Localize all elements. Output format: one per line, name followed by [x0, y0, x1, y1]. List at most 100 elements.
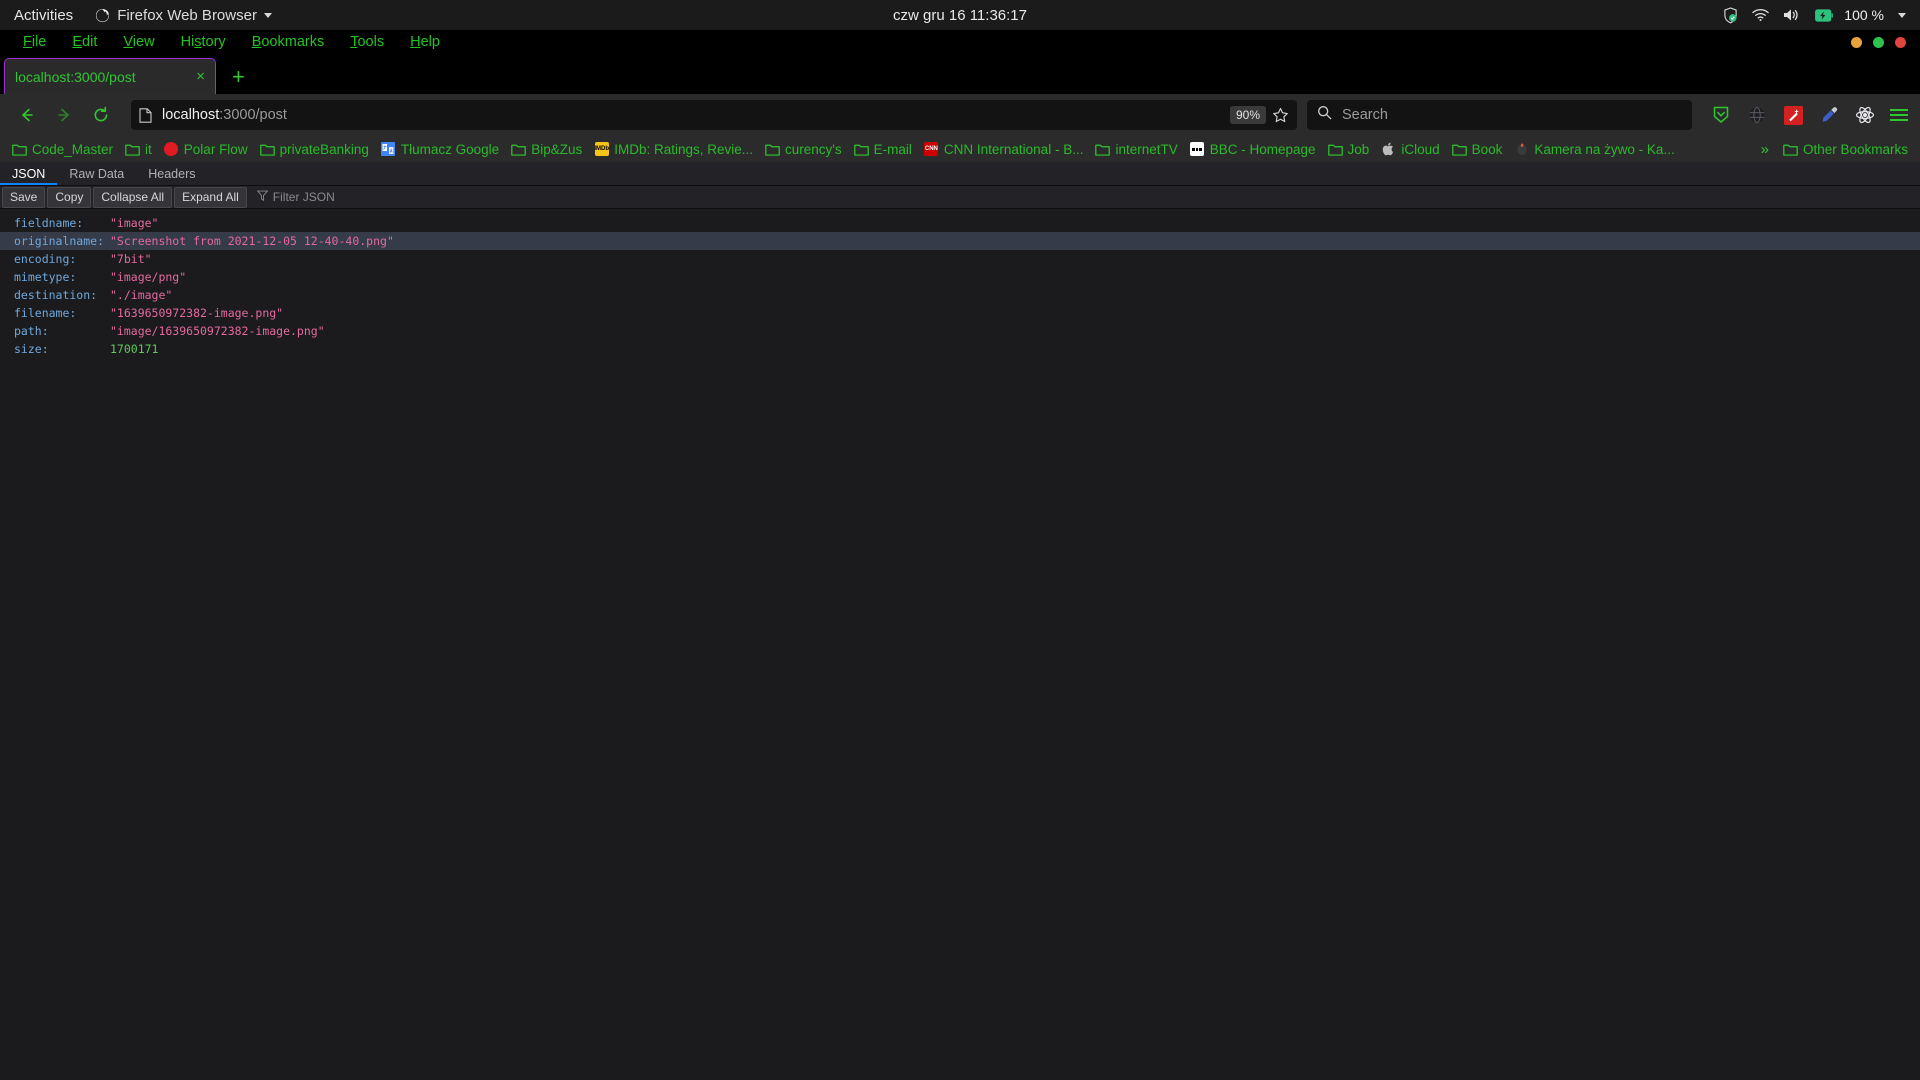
bookmark-label: Code_Master: [32, 141, 114, 157]
menu-item-tools[interactable]: Tools: [337, 30, 397, 54]
back-button[interactable]: [10, 99, 43, 132]
collapse-all-button[interactable]: Collapse All: [93, 186, 173, 208]
json-row[interactable]: path: "image/1639650972382-image.png": [0, 322, 1920, 340]
bookmark-book[interactable]: Book: [1446, 142, 1509, 157]
json-row[interactable]: fieldname: "image": [0, 214, 1920, 232]
tab-raw-data[interactable]: Raw Data: [57, 162, 136, 185]
menu-item-help[interactable]: Help: [397, 30, 453, 54]
magic-wand-extension-icon[interactable]: [1780, 102, 1806, 128]
bookmark-label: Job: [1347, 141, 1370, 157]
json-content: fieldname: "image" originalname: "Screen…: [0, 209, 1920, 1080]
browser-tab[interactable]: localhost:3000/post ×: [4, 58, 216, 94]
search-input-placeholder[interactable]: Search: [1342, 107, 1388, 123]
filter-icon: [256, 190, 269, 204]
bookmark-label: curency's: [785, 141, 842, 157]
minimize-button[interactable]: [1851, 36, 1862, 48]
json-key: fieldname:: [14, 216, 84, 230]
maximize-button[interactable]: [1873, 36, 1884, 48]
json-row[interactable]: destination: "./image": [0, 286, 1920, 304]
tab-headers[interactable]: Headers: [136, 162, 207, 185]
bookmarks-toolbar: Code_Master it Polar Flow privateBanking…: [0, 136, 1920, 162]
apple-icon: [1381, 142, 1396, 157]
gnome-top-bar: Activities Firefox Web Browser czw gru 1…: [0, 0, 1920, 30]
bookmark-label: internetTV: [1115, 141, 1178, 157]
new-tab-button[interactable]: +: [220, 66, 257, 94]
shield-icon[interactable]: [1723, 6, 1738, 24]
copy-button[interactable]: Copy: [47, 186, 92, 208]
json-value: "1639650972382-image.png": [110, 306, 284, 320]
bookmark-email[interactable]: E-mail: [848, 142, 918, 157]
bookmarks-overflow-chevron-icon[interactable]: »: [1753, 141, 1777, 158]
filter-json-placeholder: Filter JSON: [272, 190, 335, 204]
bookmark-code-master[interactable]: Code_Master: [6, 142, 119, 157]
reload-button[interactable]: [84, 99, 117, 132]
json-value: "image/png": [110, 270, 187, 284]
volume-icon[interactable]: [1783, 8, 1801, 22]
folder-icon: [12, 142, 27, 157]
navigation-toolbar: localhost:3000/post 90% Search: [0, 94, 1920, 136]
bookmarks-overflow-group: » Other Bookmarks: [1753, 141, 1914, 158]
folder-icon: [1451, 142, 1467, 157]
json-key: destination:: [14, 288, 98, 302]
menu-item-view[interactable]: View: [110, 30, 167, 54]
bookmark-bbc-homepage[interactable]: BBC - Homepage: [1184, 142, 1322, 157]
json-key: size:: [14, 342, 49, 356]
extension-globe-icon[interactable]: [1744, 102, 1770, 128]
folder-icon: [765, 142, 780, 157]
cnn-icon: CNN: [924, 142, 939, 157]
react-devtools-icon[interactable]: [1852, 102, 1878, 128]
bookmark-icloud[interactable]: iCloud: [1375, 142, 1445, 157]
bookmark-kamera-na-zywo[interactable]: Kamera na żywo - Ka...: [1508, 142, 1680, 157]
bookmark-label: Kamera na żywo - Ka...: [1534, 141, 1675, 157]
wifi-icon[interactable]: [1752, 8, 1770, 22]
clock[interactable]: czw gru 16 11:36:17: [0, 7, 1920, 24]
app-menu-hamburger-icon[interactable]: [1888, 105, 1910, 125]
json-value: "Screenshot from 2021-12-05 12-40-40.png…: [110, 234, 394, 248]
bookmark-polar-flow[interactable]: Polar Flow: [158, 142, 254, 157]
bookmark-internettv[interactable]: internetTV: [1089, 142, 1183, 157]
folder-icon: [1327, 142, 1343, 157]
json-row[interactable]: mimetype: "image/png": [0, 268, 1920, 286]
system-tray[interactable]: 100 %: [1723, 6, 1920, 24]
url-host: localhost: [162, 107, 220, 123]
bookmark-label: BBC - Homepage: [1209, 141, 1316, 157]
system-menu-chevron-icon[interactable]: [1898, 12, 1906, 18]
zoom-level-badge[interactable]: 90%: [1229, 106, 1266, 124]
bookmark-imdb[interactable]: IMDb IMDb: Ratings, Revie...: [588, 142, 759, 157]
address-bar[interactable]: localhost:3000/post 90%: [131, 100, 1297, 130]
json-row[interactable]: encoding: "7bit": [0, 250, 1920, 268]
menu-item-history[interactable]: History: [168, 30, 239, 54]
eyedropper-icon[interactable]: [1816, 102, 1842, 128]
json-row[interactable]: originalname: "Screenshot from 2021-12-0…: [0, 232, 1920, 250]
menu-item-edit[interactable]: Edit: [59, 30, 110, 54]
bookmark-private-banking[interactable]: privateBanking: [254, 142, 375, 157]
bookmark-bip-zus[interactable]: Bip&Zus: [505, 142, 588, 157]
save-button[interactable]: Save: [2, 186, 46, 208]
menu-item-file[interactable]: File: [10, 30, 59, 54]
tab-json[interactable]: JSON: [0, 162, 58, 185]
downloads-icon[interactable]: [1708, 102, 1734, 128]
expand-all-button[interactable]: Expand All: [174, 186, 247, 208]
window-controls[interactable]: [1851, 30, 1906, 54]
bookmark-tlumacz-google[interactable]: Tłumacz Google: [375, 142, 505, 157]
filter-json-input[interactable]: Filter JSON: [256, 190, 335, 204]
bookmark-cnn-international[interactable]: CNN CNN International - B...: [918, 142, 1090, 157]
activities-button[interactable]: Activities: [14, 7, 73, 24]
menu-item-bookmarks[interactable]: Bookmarks: [239, 30, 338, 54]
search-bar[interactable]: Search: [1307, 100, 1692, 130]
forward-button[interactable]: [47, 99, 80, 132]
bookmark-star-icon[interactable]: [1272, 107, 1289, 124]
camera-icon: [1514, 142, 1529, 157]
battery-charging-icon[interactable]: [1815, 8, 1834, 22]
close-icon[interactable]: ×: [188, 69, 205, 84]
bookmark-label: E-mail: [873, 141, 912, 157]
bookmark-job[interactable]: Job: [1322, 142, 1376, 157]
bookmark-label: privateBanking: [279, 141, 369, 157]
bookmark-it[interactable]: it: [119, 142, 158, 157]
bookmark-curencys[interactable]: curency's: [759, 142, 848, 157]
json-row[interactable]: filename: "1639650972382-image.png": [0, 304, 1920, 322]
app-menu-button[interactable]: Firefox Web Browser: [95, 7, 272, 24]
close-window-button[interactable]: [1895, 36, 1906, 48]
bookmark-other-bookmarks[interactable]: Other Bookmarks: [1777, 142, 1914, 157]
json-row[interactable]: size: 1700171: [0, 340, 1920, 358]
